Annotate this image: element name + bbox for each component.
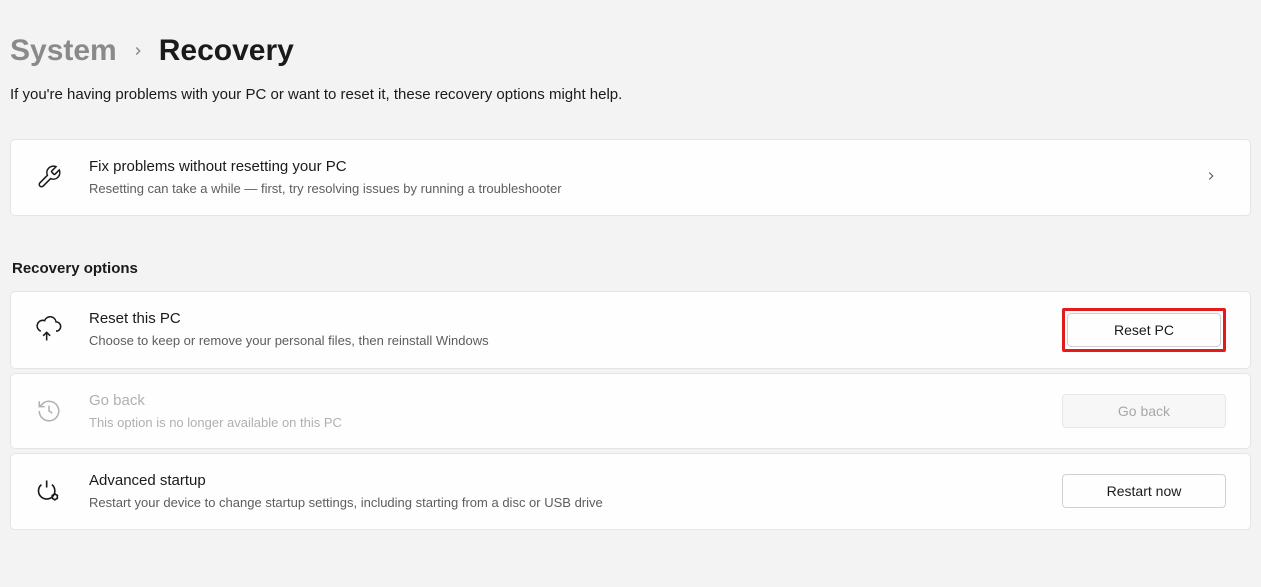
cloud-reset-icon (35, 316, 63, 344)
go-back-text: Go back This option is no longer availab… (89, 390, 1036, 433)
troubleshoot-title: Fix problems without resetting your PC (89, 156, 1170, 177)
restart-now-button[interactable]: Restart now (1062, 474, 1226, 508)
advanced-startup-card: Advanced startup Restart your device to … (10, 453, 1251, 530)
history-icon (35, 397, 63, 425)
go-back-desc: This option is no longer available on th… (89, 413, 1036, 433)
advanced-startup-text: Advanced startup Restart your device to … (89, 470, 1036, 513)
highlight-annotation: Reset PC (1062, 308, 1226, 352)
go-back-title: Go back (89, 390, 1036, 411)
page-title: Recovery (159, 34, 294, 68)
recovery-options-header: Recovery options (10, 220, 1251, 291)
wrench-icon (35, 163, 63, 191)
chevron-right-icon (131, 38, 145, 64)
go-back-card: Go back This option is no longer availab… (10, 373, 1251, 450)
advanced-startup-title: Advanced startup (89, 470, 1036, 491)
go-back-button: Go back (1062, 394, 1226, 428)
power-gear-icon (35, 477, 63, 505)
reset-pc-button[interactable]: Reset PC (1067, 313, 1221, 347)
reset-pc-title: Reset this PC (89, 308, 1036, 329)
troubleshoot-desc: Resetting can take a while — first, try … (89, 179, 1170, 199)
advanced-startup-desc: Restart your device to change startup se… (89, 493, 1036, 513)
breadcrumb: System Recovery (10, 10, 1251, 86)
reset-pc-card: Reset this PC Choose to keep or remove y… (10, 291, 1251, 369)
troubleshoot-text: Fix problems without resetting your PC R… (89, 156, 1170, 199)
reset-pc-desc: Choose to keep or remove your personal f… (89, 331, 1036, 351)
chevron-right-icon (1196, 167, 1226, 188)
intro-text: If you're having problems with your PC o… (10, 86, 1251, 139)
reset-pc-text: Reset this PC Choose to keep or remove y… (89, 308, 1036, 351)
breadcrumb-parent[interactable]: System (10, 34, 117, 68)
troubleshoot-card[interactable]: Fix problems without resetting your PC R… (10, 139, 1251, 216)
